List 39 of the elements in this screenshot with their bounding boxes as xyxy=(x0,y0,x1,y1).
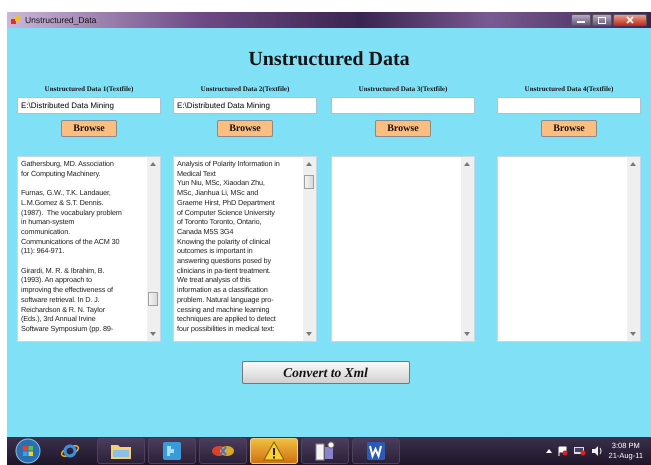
browse-button[interactable]: Browse xyxy=(541,120,597,137)
app-icon xyxy=(11,15,21,25)
scroll-bar[interactable] xyxy=(147,157,160,341)
scroll-bar[interactable] xyxy=(627,157,640,341)
network-icon[interactable] xyxy=(574,446,586,456)
convert-button[interactable]: Convert to Xml xyxy=(242,361,410,384)
text-area[interactable] xyxy=(173,156,317,342)
scroll-bar[interactable] xyxy=(461,157,474,341)
show-hidden-icons-icon[interactable] xyxy=(546,449,552,453)
close-button[interactable] xyxy=(613,14,647,26)
path-field[interactable]: E:\Distributed Data Mining xyxy=(173,97,317,114)
minimize-button[interactable] xyxy=(571,14,591,26)
browse-button[interactable]: Browse xyxy=(375,120,431,137)
warning-icon xyxy=(263,441,285,461)
taskbar-button[interactable] xyxy=(199,438,247,464)
taskbar-button[interactable] xyxy=(301,438,349,464)
speaker-icon[interactable] xyxy=(592,446,603,456)
path-field[interactable] xyxy=(331,97,475,114)
scroll-bar[interactable] xyxy=(303,157,316,341)
folder-icon xyxy=(110,442,132,460)
taskbar-button[interactable] xyxy=(148,438,196,464)
document-icon xyxy=(314,441,336,461)
browse-button[interactable]: Browse xyxy=(61,120,117,137)
maximize-button[interactable] xyxy=(592,14,612,26)
word-processor-icon xyxy=(366,441,386,461)
close-icon xyxy=(626,16,634,24)
taskbar-button[interactable] xyxy=(97,438,145,464)
start-button[interactable] xyxy=(13,438,43,464)
path-field[interactable] xyxy=(497,97,641,114)
path-field[interactable]: E:\Distributed Data Mining xyxy=(17,97,161,114)
taskbar-button[interactable] xyxy=(352,438,400,464)
page-heading: Unstructured Data xyxy=(247,48,411,71)
text-area[interactable] xyxy=(17,156,161,342)
puzzle-icon xyxy=(162,441,182,461)
flag-icon[interactable] xyxy=(558,446,568,456)
browse-button[interactable]: Browse xyxy=(217,120,273,137)
shapes-icon xyxy=(211,443,235,459)
window-title: Unstructured_Data xyxy=(25,15,96,25)
maximize-icon xyxy=(598,16,606,24)
